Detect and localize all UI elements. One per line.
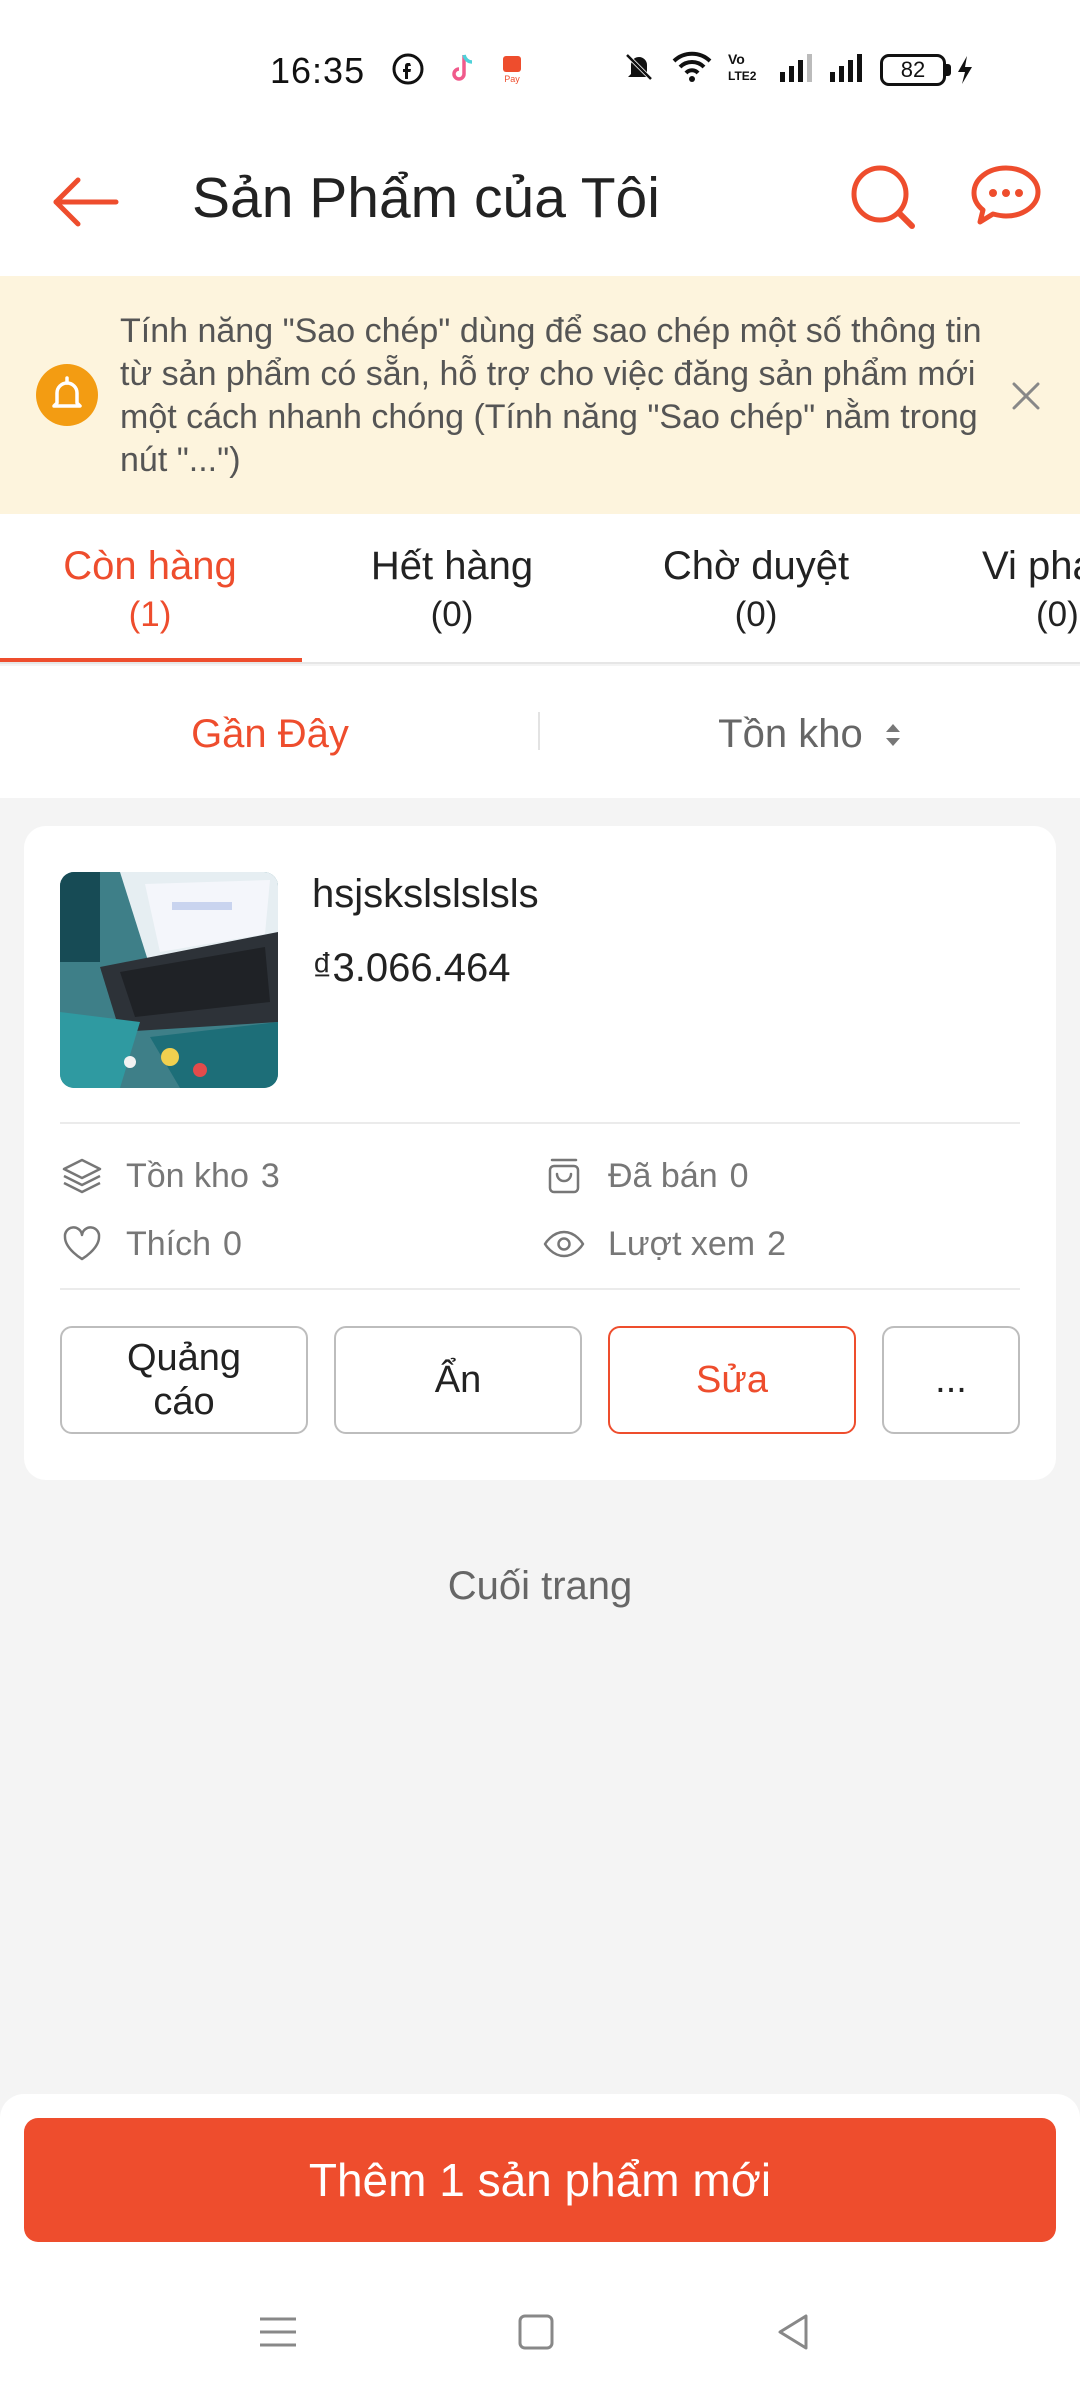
- tab-pending[interactable]: Chờ duyệt (0): [606, 514, 906, 662]
- wifi-icon: [672, 51, 712, 88]
- likes-value: 0: [223, 1224, 242, 1263]
- sold-value: 0: [729, 1156, 749, 1195]
- sold-box-icon: [548, 1158, 580, 1194]
- menu-icon[interactable]: [250, 2304, 306, 2360]
- likes-label: Thích: [126, 1224, 212, 1263]
- product-name: hsjskslslslsls: [312, 872, 539, 916]
- sort-bar: Gần Đây Tồn kho: [0, 666, 1080, 798]
- bottom-action-bar: Thêm 1 sản phẩm mới: [0, 2094, 1080, 2264]
- status-time: 16:35: [270, 50, 366, 91]
- tiktok-icon: [446, 52, 478, 91]
- add-product-button[interactable]: Thêm 1 sản phẩm mới: [24, 2118, 1056, 2242]
- signal-icon: [780, 52, 814, 87]
- product-card[interactable]: hsjskslslslsls ₫3.066.464 Tồn kho 3 Đã b…: [24, 826, 1056, 1480]
- chat-icon[interactable]: [966, 158, 1046, 238]
- sold-stat: Đã bán 0: [542, 1154, 749, 1198]
- facebook-icon: [392, 53, 424, 90]
- eye-icon: [543, 1230, 585, 1258]
- likes-stat: Thích 0: [60, 1222, 242, 1266]
- svg-text:LTE2: LTE2: [728, 69, 757, 83]
- battery-icon: 82: [880, 53, 975, 86]
- sort-recent-button[interactable]: Gần Đây: [0, 712, 540, 757]
- back-triangle-icon[interactable]: [766, 2304, 822, 2360]
- edit-button[interactable]: Sửa: [608, 1326, 856, 1434]
- stock-stat: Tồn kho 3: [60, 1154, 280, 1198]
- product-price: ₫3.066.464: [312, 946, 511, 990]
- app-header: Sản Phẩm của Tôi: [0, 140, 1080, 276]
- search-icon[interactable]: [844, 158, 924, 238]
- heart-icon: [63, 1226, 101, 1261]
- product-status-tabs: Còn hàng (1) Hết hàng (0) Chờ duyệt (0) …: [0, 514, 1080, 664]
- card-divider: [60, 1288, 1020, 1290]
- active-tab-indicator: [0, 658, 302, 662]
- tab-in-stock[interactable]: Còn hàng (1): [0, 514, 300, 662]
- tab-out-of-stock[interactable]: Hết hàng (0): [302, 514, 602, 662]
- close-icon[interactable]: [1004, 374, 1048, 418]
- mute-bell-icon: [622, 50, 656, 89]
- product-thumbnail[interactable]: [60, 872, 278, 1088]
- home-icon[interactable]: [508, 2304, 564, 2360]
- sort-arrows-icon: [884, 714, 902, 759]
- more-button[interactable]: ...: [882, 1326, 1020, 1434]
- status-bar: 16:35 Pay Vo LTE2 82: [0, 0, 1080, 140]
- sold-label: Đã bán: [608, 1156, 718, 1195]
- svg-text:Vo: Vo: [728, 51, 745, 67]
- tab-violation[interactable]: Vi phạm (0): [912, 514, 1080, 662]
- views-stat: Lượt xem 2: [542, 1222, 786, 1266]
- card-divider: [60, 1122, 1020, 1124]
- volte-icon: Vo LTE2: [728, 50, 764, 89]
- svg-text:Pay: Pay: [504, 74, 520, 84]
- layers-icon: [62, 1158, 102, 1194]
- stock-label: Tồn kho: [126, 1156, 249, 1195]
- shopeepay-icon: Pay: [500, 52, 524, 91]
- end-of-list-text: Cuối trang: [447, 1564, 633, 1608]
- sort-stock-button[interactable]: Tồn kho: [540, 712, 1080, 759]
- back-arrow-icon[interactable]: [48, 162, 128, 242]
- views-label: Lượt xem: [608, 1224, 756, 1263]
- ads-button[interactable]: Quảng cáo: [60, 1326, 308, 1434]
- bell-icon: [36, 364, 98, 426]
- stock-value: 3: [260, 1156, 280, 1195]
- signal-icon: [830, 52, 864, 87]
- banner-text: Tính năng "Sao chép" dùng để sao chép mộ…: [120, 312, 982, 479]
- copy-feature-banner: Tính năng "Sao chép" dùng để sao chép mộ…: [0, 276, 1080, 514]
- page-title: Sản Phẩm của Tôi: [192, 166, 660, 230]
- hide-button[interactable]: Ẩn: [334, 1326, 582, 1434]
- views-value: 2: [767, 1224, 787, 1263]
- system-nav-bar: [0, 2264, 1080, 2400]
- sort-stock-label: Tồn kho: [718, 712, 863, 756]
